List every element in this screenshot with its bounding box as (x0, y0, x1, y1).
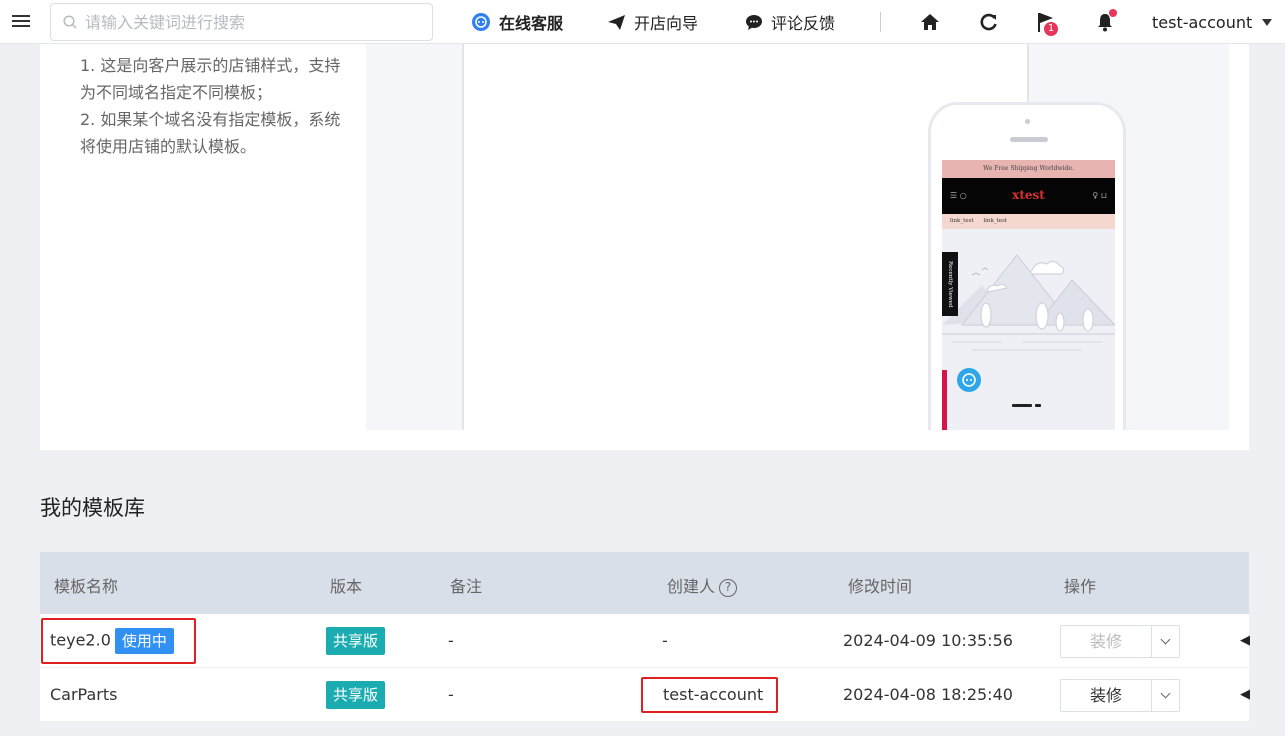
col-modified-time: 修改时间 (848, 577, 913, 596)
intro-line: 1. 这是向客户展示的店铺样式，支持为不同域名指定不同模板； (80, 56, 341, 102)
table-row: teye2.0 使用中 共享版 - - 2024-04-09 10:35:56 装… (40, 614, 1250, 668)
search-box[interactable] (50, 3, 433, 41)
version-tag: 共享版 (326, 627, 386, 655)
recently-viewed-tab: Recently Viewed (942, 252, 958, 316)
refresh-icon[interactable] (976, 10, 1000, 34)
paper-plane-icon (607, 14, 626, 31)
creator-cell: - (662, 631, 668, 650)
side-accent-bar (942, 370, 947, 430)
col-note: 备注 (450, 577, 483, 596)
col-creator: 创建人? (667, 573, 738, 597)
chat-bubble-icon (957, 368, 981, 392)
col-creator-label: 创建人 (667, 577, 716, 596)
store-links: link_test link_test (942, 214, 1115, 229)
more-arrow-icon[interactable]: ◀ (1240, 633, 1250, 648)
decorate-button[interactable]: 装修 (1060, 625, 1152, 658)
modified-time-cell: 2024-04-09 10:35:56 (843, 631, 1013, 650)
modified-time-cell: 2024-04-08 18:25:40 (843, 685, 1013, 704)
nav-online-service-label: 在线客服 (499, 14, 564, 33)
caret-down-icon (1262, 18, 1273, 26)
action-button-group: 装修 (1060, 625, 1180, 658)
store-brand: xtest (1012, 188, 1045, 202)
home-icon[interactable] (918, 10, 942, 34)
more-arrow-icon[interactable]: ◀ (1240, 687, 1250, 702)
template-name: CarParts (50, 685, 118, 704)
action-dropdown-button[interactable] (1152, 679, 1180, 712)
table-header: 模板名称 版本 备注 创建人? 修改时间 操作 (40, 552, 1249, 614)
account-menu[interactable]: test-account (1152, 0, 1273, 44)
store-header: ☰ ○ xtest ♀ ⊔ (942, 178, 1115, 214)
phone-speaker (1010, 137, 1048, 142)
highlight-box (41, 618, 196, 664)
account-name: test-account (1152, 12, 1253, 32)
nav-feedback-label: 评论反馈 (771, 14, 836, 33)
nav-divider (880, 12, 881, 32)
help-icon[interactable]: ? (719, 579, 738, 597)
note-cell: - (448, 631, 454, 650)
store-link: link_test (983, 218, 1008, 224)
highlight-box (641, 677, 778, 713)
menu-toggle-icon[interactable] (12, 12, 30, 30)
nav-online-service[interactable]: 在线客服 (471, 0, 563, 44)
template-library-title: 我的模板库 (40, 496, 145, 520)
flag-badge: 1 (1044, 22, 1058, 36)
col-template-name: 模板名称 (54, 577, 119, 596)
version-tag: 共享版 (326, 681, 386, 709)
action-dropdown-button[interactable] (1152, 625, 1180, 658)
col-actions: 操作 (1064, 577, 1097, 596)
shipping-banner: We Free Shipping Worldwide. (942, 160, 1115, 178)
placeholder-landscape-image (942, 254, 1115, 351)
phone-camera (1025, 119, 1030, 124)
top-bar: 在线客服 开店向导 评论反馈 1 test-account (0, 0, 1285, 44)
chevron-down-icon (1160, 688, 1171, 699)
chevron-down-icon (1160, 634, 1171, 645)
chat-bubble-icon (745, 14, 763, 31)
note-cell: - (448, 685, 454, 704)
col-version: 版本 (330, 577, 363, 596)
intro-text: 1. 这是向客户展示的店铺样式，支持为不同域名指定不同模板； 2. 如果某个域名… (80, 52, 350, 160)
template-preview: We Free Shipping Worldwide. ☰ ○ xtest ♀ … (366, 44, 1229, 430)
notification-dot (1109, 9, 1117, 17)
nav-setup-guide[interactable]: 开店向导 (607, 0, 698, 44)
intro-line: 2. 如果某个域名没有指定模板，系统将使用店铺的默认模板。 (80, 110, 341, 156)
carousel-dots (1012, 392, 1044, 411)
search-input[interactable] (85, 12, 425, 32)
search-icon (63, 15, 77, 29)
nav-feedback[interactable]: 评论反馈 (745, 0, 835, 44)
phone-preview-frame: We Free Shipping Worldwide. ☰ ○ xtest ♀ … (928, 102, 1126, 430)
notification-button[interactable] (1093, 9, 1117, 34)
nav-setup-guide-label: 开店向导 (634, 14, 699, 33)
phone-screen: We Free Shipping Worldwide. ☰ ○ xtest ♀ … (942, 160, 1115, 430)
flag-button[interactable]: 1 (1034, 10, 1058, 36)
action-button-group: 装修 (1060, 679, 1180, 712)
store-link: link_test (950, 218, 974, 224)
headset-icon (471, 12, 491, 32)
decorate-button[interactable]: 装修 (1060, 679, 1152, 712)
user-cart-icon: ♀ ⊔ (1092, 191, 1107, 200)
